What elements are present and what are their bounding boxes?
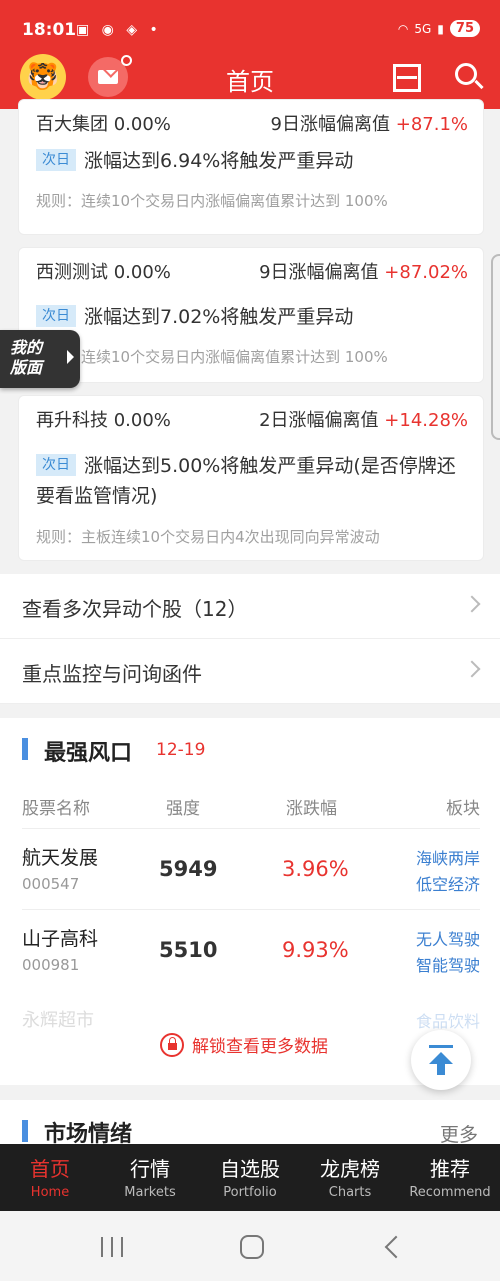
- search-icon[interactable]: [454, 62, 484, 92]
- change-value: 9.93%: [282, 938, 349, 962]
- stock-code: 000547: [22, 875, 80, 893]
- tab-home[interactable]: 首页 Home: [0, 1144, 100, 1211]
- next-day-tag: 次日: [36, 149, 76, 171]
- monitor-inquiry-link[interactable]: 重点监控与问询函件: [0, 639, 500, 704]
- stock-name: 再升科技 0.00%: [36, 410, 171, 431]
- stock-name: 山子高科: [22, 928, 99, 950]
- metric-value: +87.1%: [395, 114, 468, 135]
- tab-portfolio[interactable]: 自选股 Portfolio: [200, 1144, 300, 1211]
- unlock-more-button[interactable]: 解锁查看更多数据: [160, 1032, 328, 1057]
- unlock-label: 解锁查看更多数据: [192, 1037, 328, 1057]
- recent-apps-icon[interactable]: [101, 1237, 123, 1257]
- side-drawer-handle[interactable]: [491, 254, 500, 440]
- bottom-tab-bar: 首页 Home 行情 Markets 自选股 Portfolio 龙虎榜 Cha…: [0, 1144, 500, 1211]
- next-day-tag: 次日: [36, 454, 76, 476]
- table-row[interactable]: 航天发展 000547 5949 3.96% 海峡两岸 低空经济: [22, 828, 480, 909]
- col-header-change: 涨跌幅: [286, 799, 337, 819]
- battery-badge: 75: [449, 20, 480, 37]
- chevron-right-icon: [463, 660, 481, 678]
- more-link[interactable]: 更多: [440, 1120, 478, 1147]
- section-marker: [22, 738, 28, 760]
- stock-code: 000981: [22, 956, 80, 974]
- metric-value: +14.28%: [384, 410, 468, 431]
- tab-charts[interactable]: 龙虎榜 Charts: [300, 1144, 400, 1211]
- sector-link[interactable]: 海峡两岸: [416, 845, 480, 869]
- col-header-strength: 强度: [166, 799, 200, 819]
- tab-sublabel: Recommend: [409, 1185, 491, 1200]
- metric-value: +87.02%: [384, 262, 468, 283]
- strength-value: 5510: [159, 938, 218, 962]
- notification-icons: ▣ ◉ ◈ •: [76, 22, 162, 38]
- scan-icon[interactable]: [393, 64, 421, 92]
- tab-label: 行情: [130, 1157, 170, 1181]
- page-title: 首页: [226, 68, 274, 96]
- arrow-right-icon: [67, 350, 74, 364]
- tab-label: 推荐: [430, 1157, 470, 1181]
- status-time: 18:01: [22, 20, 77, 40]
- home-icon[interactable]: [240, 1235, 264, 1259]
- status-right: ◠ 5G ▮ 75: [398, 20, 480, 37]
- col-header-name: 股票名称: [22, 799, 90, 819]
- link-label: 重点监控与问询函件: [22, 662, 202, 686]
- sector-link[interactable]: 无人驾驶: [416, 926, 480, 950]
- lock-icon: [160, 1032, 184, 1057]
- rule-text: 规则：连续10个交易日内涨幅偏离值累计达到 100%: [36, 192, 388, 210]
- section-marker: [22, 1120, 28, 1142]
- my-layout-label: 我的 版面: [10, 338, 43, 377]
- network-label: 5G: [414, 21, 432, 36]
- link-list: 查看多次异动个股（12） 重点监控与问询函件: [0, 574, 500, 704]
- stock-name: 永辉超市: [22, 1010, 94, 1031]
- link-label: 查看多次异动个股（12）: [22, 597, 248, 621]
- system-nav-bar: [0, 1211, 500, 1281]
- multi-alert-stocks-link[interactable]: 查看多次异动个股（12）: [0, 574, 500, 639]
- metric-label: 2日涨幅偏离值: [259, 410, 379, 431]
- section-title: 最强风口: [44, 741, 133, 766]
- metric-label: 9日涨幅偏离值: [259, 262, 379, 283]
- app-header: 18:01 ▣ ◉ ◈ • ◠ 5G ▮ 75 🐯 首页: [0, 0, 500, 109]
- wifi-icon: ◠: [397, 21, 409, 36]
- back-to-top-button[interactable]: [411, 1030, 471, 1090]
- market-mood-section: 市场情绪 更多: [0, 1100, 500, 1147]
- tab-label: 龙虎榜: [320, 1157, 380, 1181]
- tab-recommend[interactable]: 推荐 Recommend: [400, 1144, 500, 1211]
- rule-text: 规则：主板连续10个交易日内4次出现同向异常波动: [36, 528, 380, 546]
- tab-markets[interactable]: 行情 Markets: [100, 1144, 200, 1211]
- stock-name: 航天发展: [22, 847, 99, 869]
- strongest-section: 最强风口 12-19 股票名称 强度 涨跌幅 板块 航天发展 000547 59…: [0, 718, 500, 1085]
- tab-label: 首页: [30, 1157, 70, 1181]
- stock-name: 西测测试 0.00%: [36, 262, 171, 283]
- col-header-sector: 板块: [446, 799, 480, 819]
- sector-link[interactable]: 智能驾驶: [416, 952, 480, 976]
- sector-label: 食品饮料: [415, 1012, 480, 1031]
- tab-sublabel: Charts: [328, 1185, 372, 1200]
- strength-value: 5949: [159, 857, 218, 881]
- next-day-tag: 次日: [36, 305, 76, 327]
- alert-card[interactable]: 百大集团 0.00% 9日涨幅偏离值 +87.1% 次日 涨幅达到6.94%将触发…: [18, 99, 484, 235]
- alert-card[interactable]: 再升科技 0.00% 2日涨幅偏离值 +14.28% 次日 涨幅达到5.00%将触…: [18, 395, 484, 561]
- metric-label: 9日涨幅偏离值: [270, 114, 390, 135]
- alert-text: 涨幅达到5.00%将触发严重异动(是否停牌还要看监管情况): [36, 455, 456, 507]
- change-value: 3.96%: [282, 857, 349, 881]
- signal-icon: ▮: [437, 21, 444, 36]
- tab-sublabel: Portfolio: [223, 1185, 277, 1200]
- tab-sublabel: Markets: [124, 1185, 176, 1200]
- alert-card[interactable]: 西测测试 0.00% 9日涨幅偏离值 +87.02% 次日 涨幅达到7.02%将触…: [18, 247, 484, 383]
- tab-label: 自选股: [220, 1157, 280, 1181]
- rule-text: 规则：连续10个交易日内涨幅偏离值累计达到 100%: [36, 348, 388, 366]
- section-date: 12-19: [156, 740, 206, 760]
- chevron-right-icon: [463, 595, 481, 613]
- alert-text: 涨幅达到6.94%将触发严重异动: [84, 150, 354, 172]
- table-row[interactable]: 山子高科 000981 5510 9.93% 无人驾驶 智能驾驶: [22, 909, 480, 990]
- alert-text: 涨幅达到7.02%将触发严重异动: [84, 306, 354, 328]
- status-bar: 18:01 ▣ ◉ ◈ • ◠ 5G ▮ 75: [0, 0, 500, 58]
- back-icon[interactable]: [384, 1235, 408, 1259]
- my-layout-button[interactable]: 我的 版面: [0, 330, 80, 388]
- stock-name: 百大集团 0.00%: [36, 114, 171, 135]
- sector-link[interactable]: 低空经济: [416, 871, 480, 895]
- tab-sublabel: Home: [30, 1185, 70, 1200]
